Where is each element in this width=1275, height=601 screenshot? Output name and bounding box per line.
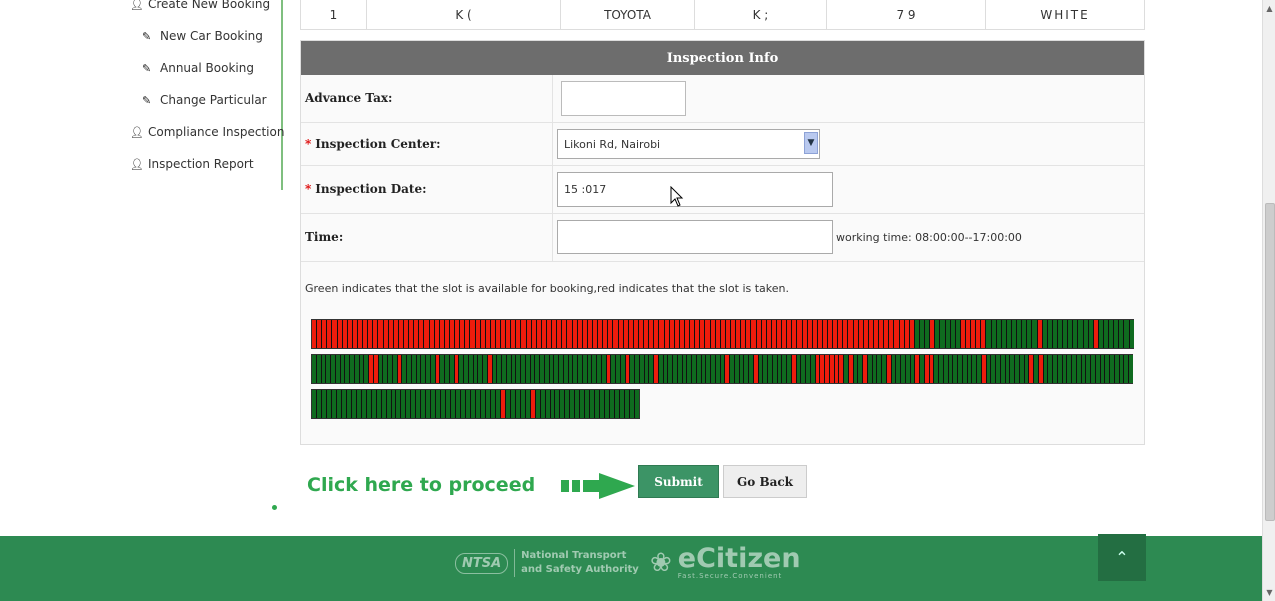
- vertical-scrollbar[interactable]: ▲ ▼: [1262, 0, 1275, 601]
- scroll-up-icon[interactable]: ▲: [1264, 2, 1275, 14]
- advance-tax-field[interactable]: [561, 81, 686, 116]
- sidebar-item-change-particular[interactable]: ✎ Change Particular: [142, 93, 267, 107]
- required-marker: *: [305, 137, 312, 151]
- time-label: Time:: [305, 230, 344, 244]
- user-icon: 👤︎: [130, 157, 144, 171]
- ecitizen-brand: ❀ eCitizen Fast.Secure.Convenient: [650, 543, 801, 580]
- sidebar-nav: 👤︎ Create New Booking ✎ New Car Booking …: [120, 0, 284, 190]
- time-slot-row: [311, 354, 1133, 384]
- inspection-date-field[interactable]: 15 :017: [557, 172, 833, 207]
- required-marker: *: [305, 182, 312, 196]
- inspection-center-value: Likoni Rd, Nairobi: [564, 137, 661, 151]
- sidebar-item-label: Annual Booking: [160, 61, 254, 75]
- time-row: Time: working time: 08:00:00--17:00:00: [301, 214, 1144, 262]
- ecitizen-logo-icon: ❀: [650, 548, 672, 578]
- vehicle-make-cell: TOYOTA: [561, 0, 695, 29]
- go-back-button[interactable]: Go Back: [723, 465, 807, 498]
- vehicle-model-cell: K ;: [695, 0, 827, 29]
- ecitizen-tagline: Fast.Secure.Convenient: [677, 572, 783, 580]
- time-slot-row: [311, 389, 640, 419]
- time-slot-row: [311, 319, 1134, 349]
- decorative-dot: [272, 505, 277, 510]
- working-time-text: working time: 08:00:00--17:00:00: [836, 231, 1022, 244]
- time-field[interactable]: [557, 220, 833, 254]
- chevron-down-icon[interactable]: ▼: [804, 132, 818, 154]
- ntsa-logo: NTSA: [455, 552, 509, 574]
- proceed-hint: Click here to proceed: [307, 474, 536, 496]
- ntsa-name-line-2: and Safety Authority: [521, 564, 639, 575]
- ecitizen-text: eCitizen Fast.Secure.Convenient: [677, 543, 801, 580]
- inspection-center-row: * Inspection Center: Likoni Rd, Nairobi ▼: [301, 123, 1144, 166]
- scrollbar-thumb[interactable]: [1265, 203, 1275, 521]
- pencil-icon: ✎: [142, 61, 152, 75]
- time-slot-available[interactable]: [1129, 355, 1133, 383]
- vehicle-reg-cell: K (: [367, 0, 561, 29]
- mouse-cursor-icon: [670, 186, 684, 207]
- sidebar-item-label: Create New Booking: [148, 0, 271, 11]
- scroll-down-icon[interactable]: ▼: [1264, 586, 1275, 598]
- sidebar-item-compliance-inspection[interactable]: 👤︎ Compliance Inspection: [130, 125, 284, 139]
- time-slot-available[interactable]: [634, 390, 639, 418]
- page-footer: NTSA National Transport and Safety Autho…: [0, 534, 1262, 601]
- slot-legend-text: Green indicates that the slot is availab…: [305, 282, 790, 295]
- inspection-date-row: * Inspection Date: 15 :017: [301, 166, 1144, 214]
- back-to-top-button[interactable]: ⌃: [1098, 534, 1146, 581]
- vehicle-color-cell: WHITE: [1040, 7, 1090, 22]
- ntsa-brand: NTSA National Transport and Safety Autho…: [455, 549, 639, 577]
- vehicle-chassis-cell: 7 9: [827, 0, 986, 29]
- sidebar-item-create-new-booking[interactable]: 👤︎ Create New Booking: [130, 0, 270, 11]
- panel-title: Inspection Info: [301, 41, 1144, 75]
- user-icon: 👤︎: [130, 0, 144, 11]
- submit-button[interactable]: Submit: [638, 465, 719, 498]
- ecitizen-name: eCitizen: [677, 543, 801, 574]
- inspection-center-label: Inspection Center:: [315, 137, 441, 151]
- sidebar-item-label: Change Particular: [160, 93, 267, 107]
- inspection-info-panel: Inspection Info Advance Tax: * Inspection…: [300, 40, 1145, 445]
- inspection-date-label-wrap: * Inspection Date:: [305, 182, 427, 196]
- vehicle-no-cell: 1: [301, 0, 367, 29]
- sidebar-item-inspection-report[interactable]: 👤︎ Inspection Report: [130, 157, 254, 171]
- pencil-icon: ✎: [142, 29, 152, 43]
- sidebar-item-annual-booking[interactable]: ✎ Annual Booking: [142, 61, 254, 75]
- pencil-icon: ✎: [142, 93, 152, 107]
- ntsa-name-line-1: National Transport: [521, 550, 627, 561]
- vehicle-table-row: 1 K ( TOYOTA K ; 7 9 WHITE: [300, 0, 1145, 30]
- time-slot-available[interactable]: [1129, 320, 1134, 348]
- ntsa-name: National Transport and Safety Authority: [521, 549, 639, 577]
- inspection-center-label-wrap: * Inspection Center:: [305, 137, 441, 151]
- user-icon: 👤︎: [130, 125, 144, 139]
- inspection-center-select[interactable]: Likoni Rd, Nairobi ▼: [557, 129, 820, 159]
- chevron-up-icon: ⌃: [1115, 548, 1129, 567]
- inspection-date-label: Inspection Date:: [315, 182, 427, 196]
- advance-tax-label: Advance Tax:: [305, 91, 393, 105]
- sidebar-item-label: Compliance Inspection: [148, 125, 285, 139]
- divider: [514, 549, 516, 577]
- sidebar-item-label: New Car Booking: [160, 29, 263, 43]
- sidebar-item-new-car-booking[interactable]: ✎ New Car Booking: [142, 29, 263, 43]
- sidebar-item-label: Inspection Report: [148, 157, 254, 171]
- arrow-right-icon: [561, 473, 635, 499]
- advance-tax-row: Advance Tax:: [301, 75, 1144, 123]
